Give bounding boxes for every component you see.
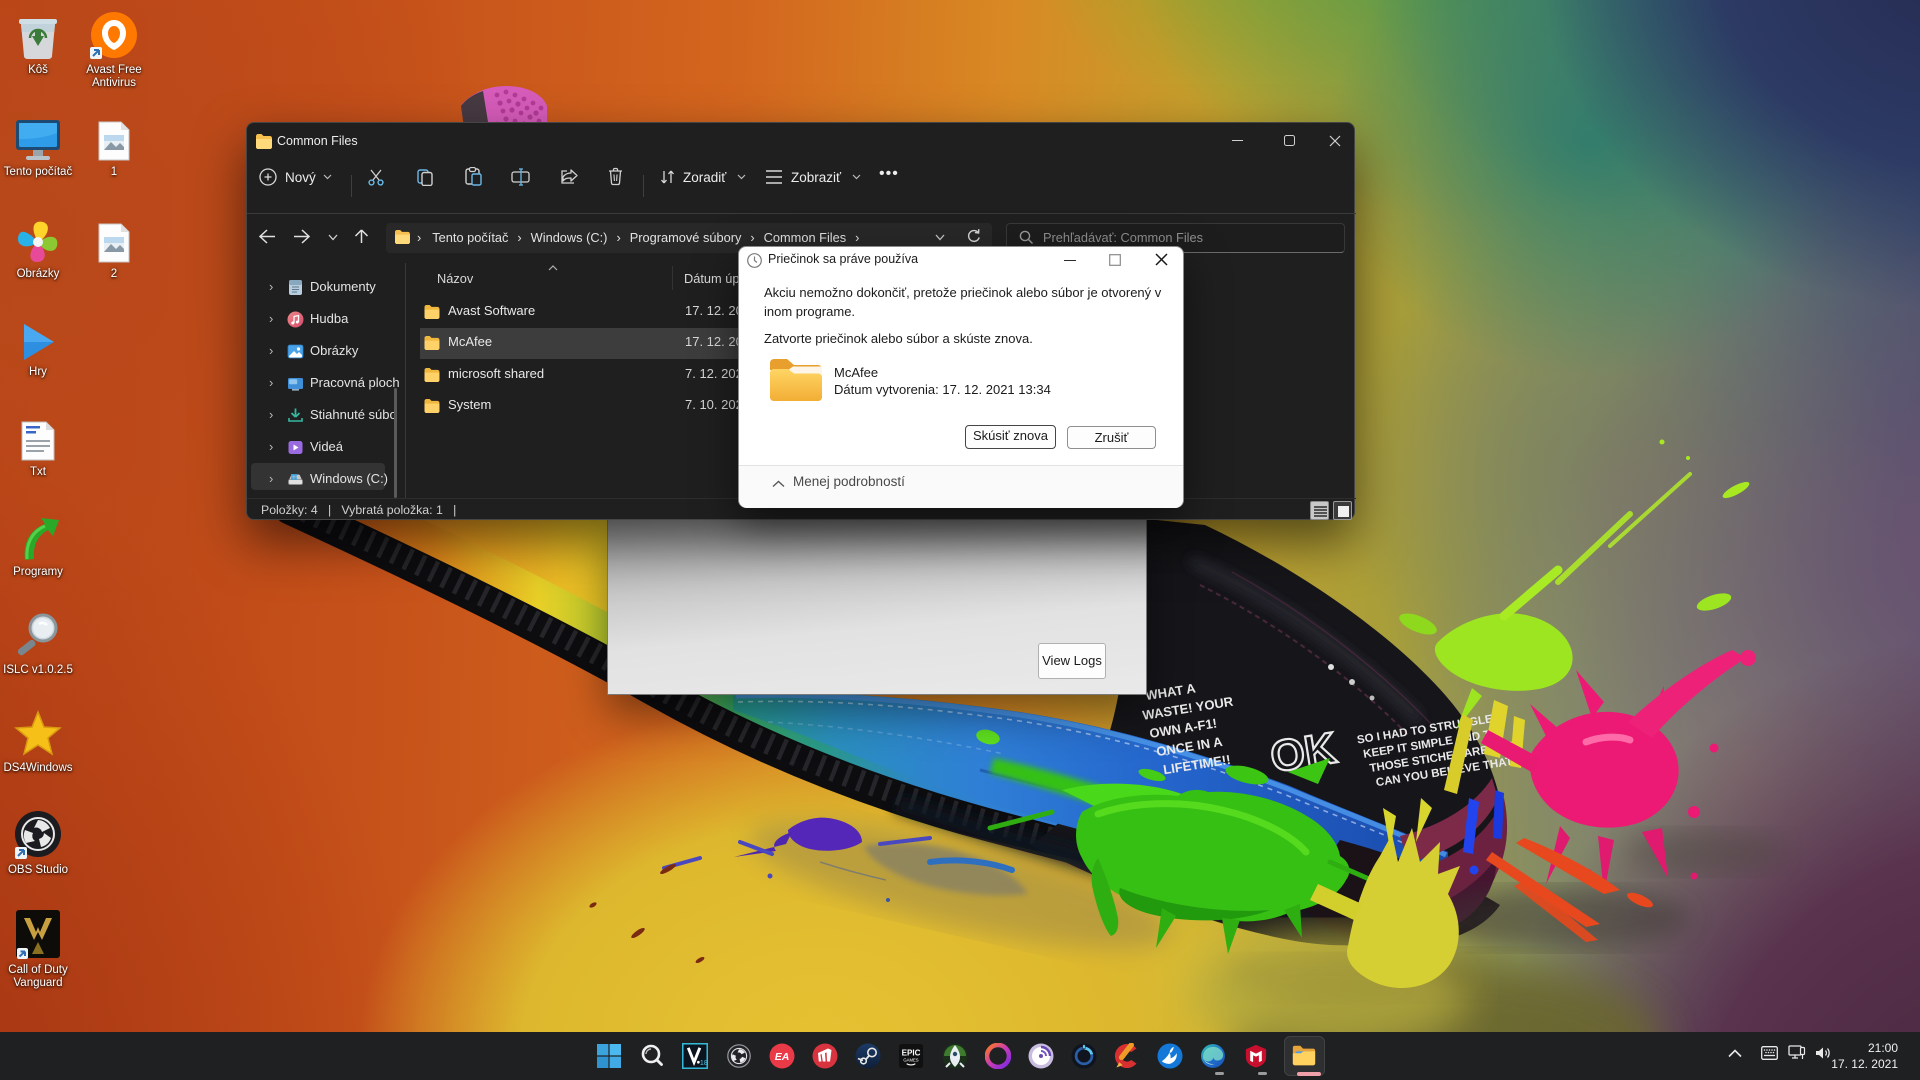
svg-text:GAMES: GAMES: [903, 1057, 918, 1062]
svg-text:EA: EA: [775, 1051, 790, 1063]
svg-text:18: 18: [700, 1058, 708, 1067]
svg-text:EPIC: EPIC: [902, 1049, 921, 1058]
